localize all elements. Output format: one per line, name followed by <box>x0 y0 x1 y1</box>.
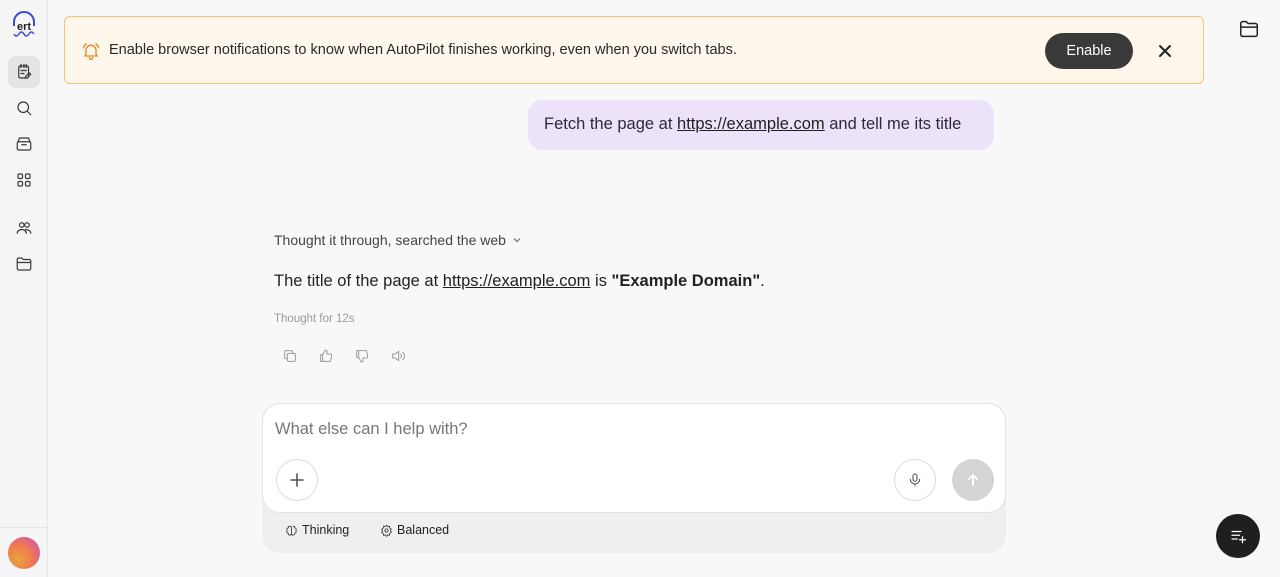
microphone-icon <box>909 473 921 487</box>
notepad-edit-icon <box>18 63 32 79</box>
composer-container: Thinking Balanced <box>262 403 1006 553</box>
avatar[interactable] <box>8 537 40 569</box>
thought-summary-toggle[interactable]: Thought it through, searched the web <box>274 232 522 248</box>
message-actions <box>280 346 408 366</box>
files-panel-button[interactable] <box>1238 18 1262 42</box>
sidebar-item-team[interactable] <box>8 212 40 244</box>
send-button[interactable] <box>952 459 994 501</box>
answer-prefix: The title of the page at <box>274 272 443 290</box>
user-message-suffix: and tell me its title <box>824 115 962 133</box>
user-message-link[interactable]: https://example.com <box>677 115 825 133</box>
gear-icon <box>381 524 392 537</box>
sidebar-item-files[interactable] <box>8 248 40 280</box>
compose-list-icon <box>1231 530 1247 544</box>
answer-title: "Example Domain" <box>611 272 761 290</box>
brain-icon <box>286 525 297 536</box>
folder-icon <box>16 257 32 271</box>
voice-input-button[interactable] <box>894 459 936 501</box>
answer-suffix: . <box>760 272 765 290</box>
arrow-up-icon <box>968 474 978 486</box>
thought-duration: Thought for 12s <box>274 313 355 325</box>
user-message-prefix: Fetch the page at <box>544 115 678 133</box>
sidebar-item-tasks[interactable] <box>8 56 40 88</box>
new-task-fab[interactable] <box>1216 514 1260 558</box>
balanced-mode-toggle[interactable]: Balanced <box>380 523 449 537</box>
answer-mid: is <box>590 272 612 290</box>
copy-icon <box>284 350 296 362</box>
composer <box>262 403 1006 513</box>
plus-icon <box>290 473 304 487</box>
sidebar-item-apps[interactable] <box>8 164 40 196</box>
add-attachment-button[interactable] <box>276 459 318 501</box>
app-logo[interactable]: ert <box>8 8 40 40</box>
sidebar-divider <box>0 527 48 528</box>
read-aloud-button[interactable] <box>388 346 408 366</box>
sidebar-item-search[interactable] <box>8 92 40 124</box>
enable-notifications-button[interactable]: Enable <box>1045 33 1133 69</box>
chevron-down-icon <box>513 237 521 243</box>
thumbs-up-icon <box>320 349 333 362</box>
sidebar: ert <box>0 0 48 577</box>
search-icon <box>17 101 32 116</box>
sidebar-item-store[interactable] <box>8 128 40 160</box>
store-icon <box>16 137 32 151</box>
banner-message: Enable browser notifications to know whe… <box>109 42 737 58</box>
speaker-icon <box>392 350 405 362</box>
folder-icon <box>1240 20 1258 38</box>
apps-grid-icon <box>17 173 31 187</box>
bell-icon <box>81 41 101 61</box>
close-icon <box>1159 45 1171 57</box>
assistant-answer: The title of the page at https://example… <box>274 272 765 291</box>
thinking-mode-label: Thinking <box>302 523 350 537</box>
users-icon <box>16 222 32 234</box>
thumbs-down-icon <box>356 350 369 363</box>
thumbs-down-button[interactable] <box>352 346 372 366</box>
notification-banner: Enable browser notifications to know whe… <box>64 16 1204 84</box>
thought-summary-text: Thought it through, searched the web <box>274 232 506 248</box>
headphone-logo-icon: ert <box>13 11 35 37</box>
copy-button[interactable] <box>280 346 300 366</box>
thinking-mode-toggle[interactable]: Thinking <box>285 523 349 537</box>
user-message: Fetch the page at https://example.com an… <box>528 100 994 150</box>
close-banner-button[interactable] <box>1155 41 1175 61</box>
thumbs-up-button[interactable] <box>316 346 336 366</box>
answer-link[interactable]: https://example.com <box>443 272 591 290</box>
mode-bar: Thinking Balanced <box>262 523 1006 543</box>
message-input[interactable] <box>275 418 975 440</box>
balanced-mode-label: Balanced <box>397 523 450 537</box>
svg-text:ert: ert <box>17 21 31 33</box>
